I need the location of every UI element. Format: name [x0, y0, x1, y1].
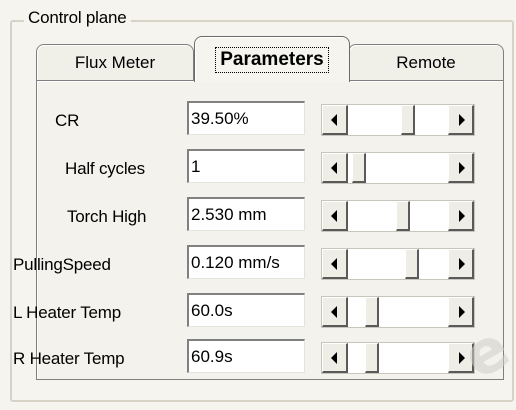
- arrow-right-icon: [459, 162, 465, 174]
- tab-remote[interactable]: Remote: [348, 44, 504, 80]
- param-label: PullingSpeed: [13, 255, 111, 274]
- l-heater-temp-input[interactable]: 60.0s: [187, 293, 305, 327]
- pulling-speed-slider[interactable]: [321, 248, 475, 280]
- tab-parameters-label: Parameters: [215, 46, 329, 73]
- parameters-page: CR 39.50% Half cycles 1 Torch High 2.530…: [13, 80, 505, 380]
- slider-thumb[interactable]: [396, 201, 411, 231]
- param-label: Torch High: [67, 207, 147, 226]
- control-window: Control plane Flux Meter Parameters Remo…: [0, 0, 516, 410]
- scroll-right-button[interactable]: [448, 153, 474, 183]
- param-row-cr: CR 39.50%: [37, 101, 505, 141]
- half-cycles-slider[interactable]: [321, 152, 475, 184]
- scroll-right-button[interactable]: [448, 105, 474, 135]
- r-heater-temp-slider[interactable]: [321, 342, 475, 374]
- arrow-left-icon: [331, 162, 337, 174]
- torch-high-input[interactable]: 2.530 mm: [187, 197, 305, 231]
- scroll-left-button[interactable]: [322, 105, 348, 135]
- l-heater-temp-slider[interactable]: [321, 296, 475, 328]
- param-label: R Heater Temp: [13, 349, 125, 368]
- scroll-left-button[interactable]: [322, 343, 348, 373]
- scroll-left-button[interactable]: [322, 153, 348, 183]
- scroll-right-button[interactable]: [448, 201, 474, 231]
- arrow-right-icon: [459, 258, 465, 270]
- half-cycles-input[interactable]: 1: [187, 149, 305, 183]
- r-heater-temp-input[interactable]: 60.9s: [187, 339, 305, 373]
- cr-slider[interactable]: [321, 104, 475, 136]
- pulling-speed-input[interactable]: 0.120 mm/s: [187, 245, 305, 279]
- slider-thumb[interactable]: [365, 343, 380, 373]
- param-row-torch-high: Torch High 2.530 mm: [37, 197, 505, 237]
- arrow-left-icon: [331, 114, 337, 126]
- scroll-left-button[interactable]: [322, 297, 348, 327]
- tab-remote-label: Remote: [396, 52, 456, 72]
- param-row-r-heater-temp: R Heater Temp 60.9s: [13, 339, 505, 379]
- tab-flux-meter[interactable]: Flux Meter: [36, 44, 194, 80]
- tab-flux-meter-label: Flux Meter: [74, 52, 156, 72]
- slider-thumb[interactable]: [401, 105, 416, 135]
- torch-high-slider[interactable]: [321, 200, 475, 232]
- arrow-right-icon: [459, 210, 465, 222]
- slider-thumb[interactable]: [352, 153, 367, 183]
- cr-input[interactable]: 39.50%: [187, 101, 305, 135]
- scroll-left-button[interactable]: [322, 201, 348, 231]
- arrow-left-icon: [331, 352, 337, 364]
- param-row-half-cycles: Half cycles 1: [37, 149, 505, 189]
- scroll-right-button[interactable]: [448, 249, 474, 279]
- param-row-pulling-speed: PullingSpeed 0.120 mm/s: [13, 245, 505, 285]
- arrow-left-icon: [331, 210, 337, 222]
- arrow-right-icon: [459, 306, 465, 318]
- param-label: L Heater Temp: [13, 303, 121, 322]
- group-title: Control plane: [24, 8, 131, 28]
- arrow-right-icon: [459, 114, 465, 126]
- arrow-left-icon: [331, 306, 337, 318]
- param-label: CR: [55, 111, 80, 130]
- slider-thumb[interactable]: [365, 297, 380, 327]
- param-row-l-heater-temp: L Heater Temp 60.0s: [13, 293, 505, 333]
- param-label: Half cycles: [65, 159, 145, 178]
- slider-thumb[interactable]: [404, 249, 419, 279]
- arrow-left-icon: [331, 258, 337, 270]
- scroll-left-button[interactable]: [322, 249, 348, 279]
- tab-parameters[interactable]: Parameters: [194, 36, 350, 82]
